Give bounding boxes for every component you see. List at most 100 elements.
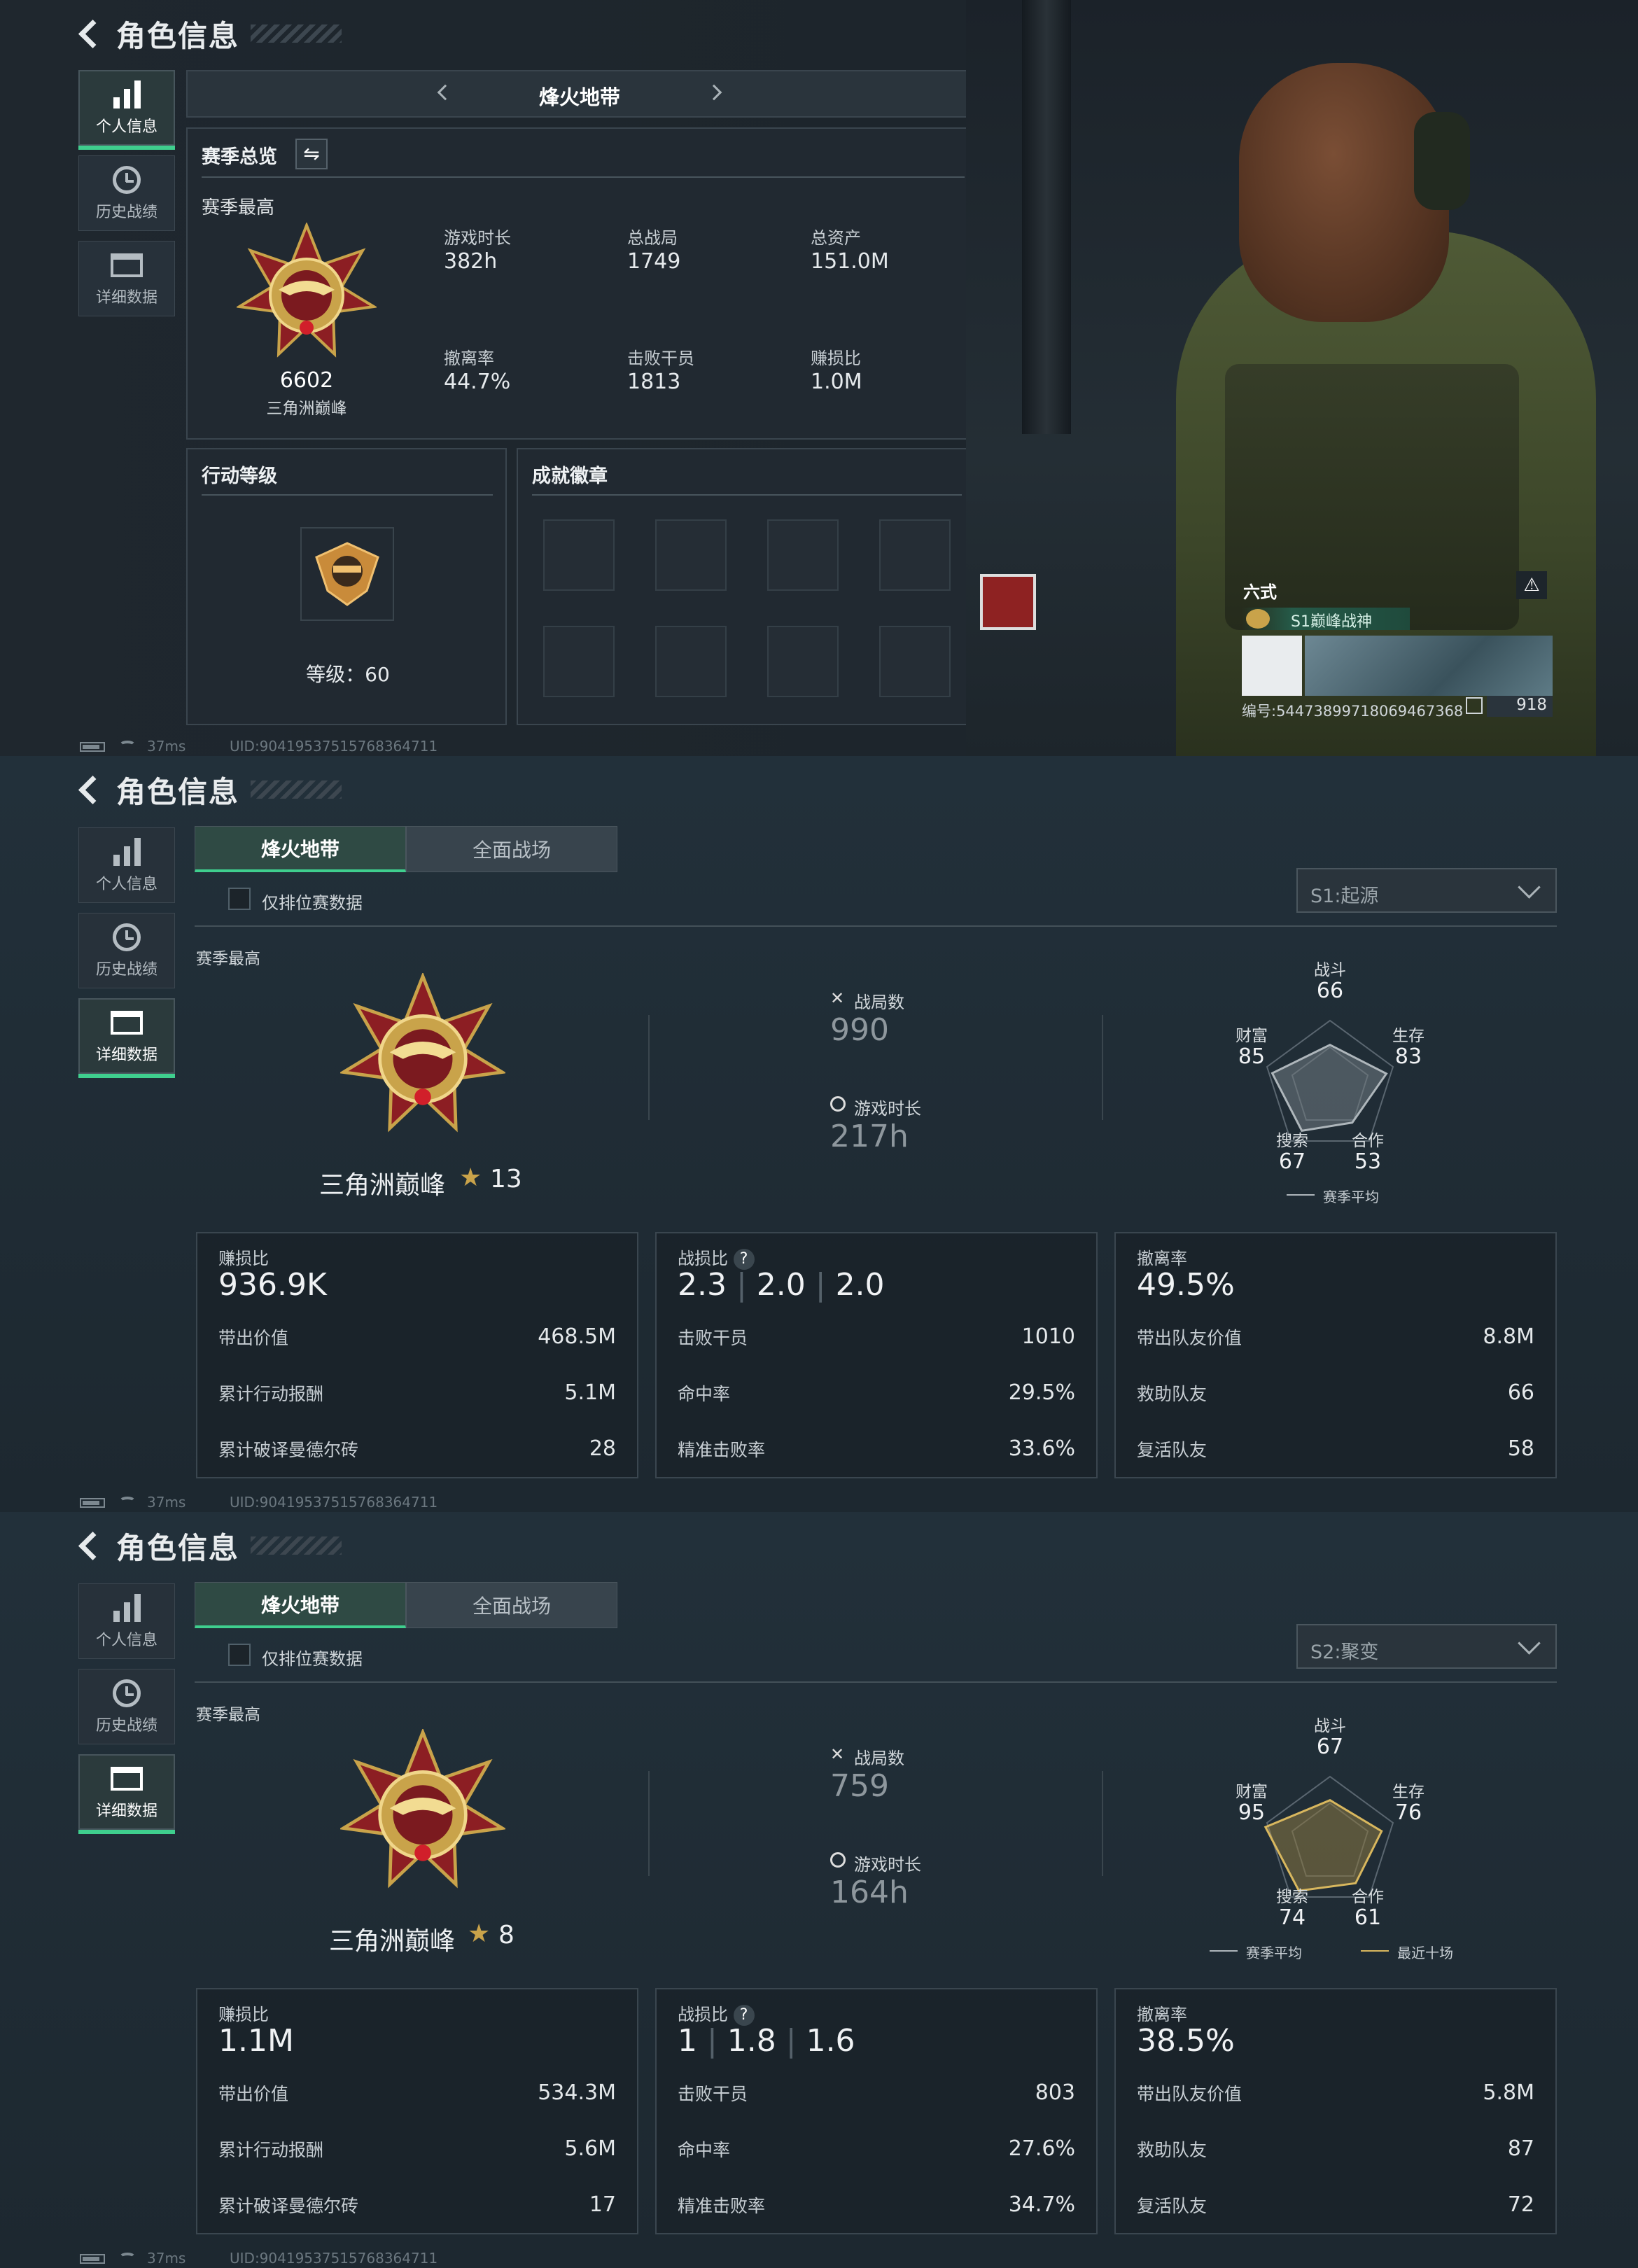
card-big-value: 1.1M bbox=[218, 2023, 294, 2059]
card-big-value: 2.3 | 2.0 | 2.0 bbox=[678, 1267, 885, 1303]
badge-slot[interactable] bbox=[543, 626, 615, 697]
battery-icon bbox=[80, 742, 105, 752]
card-row: 救助队友 87 bbox=[1137, 2136, 1534, 2164]
clock-icon bbox=[108, 1678, 146, 1709]
achievement-title: 成就徽章 bbox=[532, 465, 608, 487]
card-row: 累计行动报酬 5.6M bbox=[218, 2136, 616, 2164]
badge-slot[interactable] bbox=[655, 626, 727, 697]
radar-value: 83 bbox=[1394, 1044, 1422, 1069]
player-banner bbox=[1305, 636, 1553, 696]
radar-season-avg bbox=[1270, 1044, 1388, 1132]
copy-icon[interactable] bbox=[1466, 697, 1483, 714]
badge-slot[interactable] bbox=[879, 519, 951, 591]
row-label: 命中率 bbox=[678, 2140, 731, 2160]
tab-hazard-zone[interactable]: 烽火地带 bbox=[195, 1582, 406, 1628]
card-row: 命中率 27.6% bbox=[678, 2136, 1075, 2164]
stat-value: 1.0M bbox=[811, 370, 862, 394]
tab-full-war[interactable]: 全面战场 bbox=[406, 826, 617, 872]
page-title: 角色信息 bbox=[116, 774, 240, 809]
tab-full-war[interactable]: 全面战场 bbox=[406, 1582, 617, 1628]
legend-swatch bbox=[1361, 1950, 1389, 1952]
badge-slot[interactable] bbox=[767, 519, 839, 591]
ranked-only-checkbox[interactable] bbox=[228, 888, 251, 910]
prev-arrow-icon[interactable] bbox=[437, 84, 454, 101]
card-row: 命中率 29.5% bbox=[678, 1380, 1075, 1408]
card-row: 累计破译曼德尔砖 17 bbox=[218, 2192, 616, 2220]
sidebar-item-label: 详细数据 bbox=[95, 1802, 158, 1820]
back-arrow-icon[interactable] bbox=[78, 774, 106, 805]
card-row: 复活队友 58 bbox=[1137, 1436, 1534, 1464]
stat-card-extraction: 撤离率 38.5% 带出队友价值 5.8M 救助队友 87 复活队友 72 bbox=[1114, 1988, 1557, 2234]
badge-emblem-icon bbox=[1246, 609, 1270, 629]
sidebar-item-details[interactable]: 详细数据 bbox=[78, 1754, 175, 1834]
radar-label: 合作 bbox=[1352, 1132, 1384, 1150]
timer-icon bbox=[830, 1852, 846, 1868]
player-badge-text: S1巅峰战神 bbox=[1291, 613, 1372, 631]
radar-label: 战斗 bbox=[1314, 1717, 1346, 1735]
warning-icon[interactable]: ⚠ bbox=[1516, 571, 1547, 599]
card-row: 精准击败率 33.6% bbox=[678, 1436, 1075, 1464]
badge-slot[interactable] bbox=[879, 626, 951, 697]
sidebar-item-personal-info[interactable]: 个人信息 bbox=[78, 1583, 175, 1659]
mode-tabs: 烽火地带 全面战场 bbox=[195, 826, 617, 872]
card-row: 精准击败率 34.7% bbox=[678, 2192, 1075, 2220]
card-row: 救助队友 66 bbox=[1137, 1380, 1534, 1408]
likes-count[interactable]: 918 bbox=[1487, 696, 1553, 717]
bar-chart-icon bbox=[108, 79, 146, 110]
clock-icon bbox=[108, 922, 146, 953]
sidebar-item-history[interactable]: 历史战绩 bbox=[78, 913, 175, 988]
rank-medal-icon bbox=[340, 973, 505, 1133]
sidebar-item-details[interactable]: 详细数据 bbox=[78, 998, 175, 1078]
mode-selector: 烽火地带 bbox=[186, 70, 976, 118]
radar-value: 67 bbox=[1278, 1149, 1306, 1174]
row-value: 58 bbox=[1507, 1436, 1534, 1461]
sidebar-item-personal-info[interactable]: 个人信息 bbox=[78, 70, 175, 150]
row-value: 5.6M bbox=[564, 2136, 616, 2161]
sidebar-item-history[interactable]: 历史战绩 bbox=[78, 1669, 175, 1744]
row-label: 带出价值 bbox=[218, 1328, 289, 1348]
badge-slot[interactable] bbox=[767, 626, 839, 697]
next-arrow-icon[interactable] bbox=[706, 84, 722, 101]
sidebar-item-label: 历史战绩 bbox=[95, 1717, 158, 1735]
switch-icon[interactable]: ⇋ bbox=[295, 139, 328, 169]
row-value: 468.5M bbox=[538, 1324, 616, 1349]
radar-recent-ten bbox=[1264, 1799, 1383, 1892]
bar-chart-icon bbox=[108, 836, 146, 867]
season-best-label: 赛季最高 bbox=[202, 197, 275, 218]
stat-card-kd: 战损比 ? 2.3 | 2.0 | 2.0 击败干员 1010 命中率 29.5% … bbox=[655, 1232, 1098, 1478]
row-label: 击败干员 bbox=[678, 2084, 748, 2104]
stat-label: 游戏时长 bbox=[444, 228, 511, 248]
stat-value: 382h bbox=[444, 249, 498, 274]
season-select[interactable]: S2:聚变 bbox=[1296, 1624, 1557, 1669]
sidebar-item-personal-info[interactable]: 个人信息 bbox=[78, 827, 175, 903]
sidebar-item-label: 历史战绩 bbox=[95, 961, 158, 979]
level-text: 等级：60 bbox=[306, 663, 390, 686]
sidebar-item-details[interactable]: 详细数据 bbox=[78, 241, 175, 316]
radar-value: 67 bbox=[1316, 1735, 1344, 1759]
avatar[interactable] bbox=[1242, 636, 1302, 696]
bar-chart-icon bbox=[108, 1592, 146, 1623]
back-arrow-icon[interactable] bbox=[78, 18, 106, 49]
row-label: 累计破译曼德尔砖 bbox=[218, 2196, 359, 2216]
row-label: 命中率 bbox=[678, 1384, 731, 1404]
crossed-swords-icon: ✕ bbox=[830, 988, 845, 1008]
back-arrow-icon[interactable] bbox=[78, 1530, 106, 1561]
mode-tabs: 烽火地带 全面战场 bbox=[195, 1582, 617, 1628]
badge-slot[interactable] bbox=[655, 519, 727, 591]
divider bbox=[202, 176, 965, 178]
header-stripes bbox=[251, 24, 342, 43]
row-label: 带出价值 bbox=[218, 2084, 289, 2104]
ranked-only-checkbox[interactable] bbox=[228, 1644, 251, 1666]
season-select[interactable]: S1:起源 bbox=[1296, 868, 1557, 913]
sidebar-item-history[interactable]: 历史战绩 bbox=[78, 155, 175, 231]
divider bbox=[1102, 1771, 1103, 1876]
headset-icon bbox=[1414, 112, 1470, 210]
card-title: 战损比 ? bbox=[678, 1245, 755, 1270]
kd-part: 1.6 bbox=[806, 2023, 855, 2059]
divider bbox=[1102, 1015, 1103, 1120]
battery-icon bbox=[80, 1498, 105, 1508]
tab-hazard-zone[interactable]: 烽火地带 bbox=[195, 826, 406, 872]
badge-slot[interactable] bbox=[543, 519, 615, 591]
folder-icon bbox=[108, 1007, 146, 1038]
season-best-label: 赛季最高 bbox=[196, 1706, 260, 1724]
